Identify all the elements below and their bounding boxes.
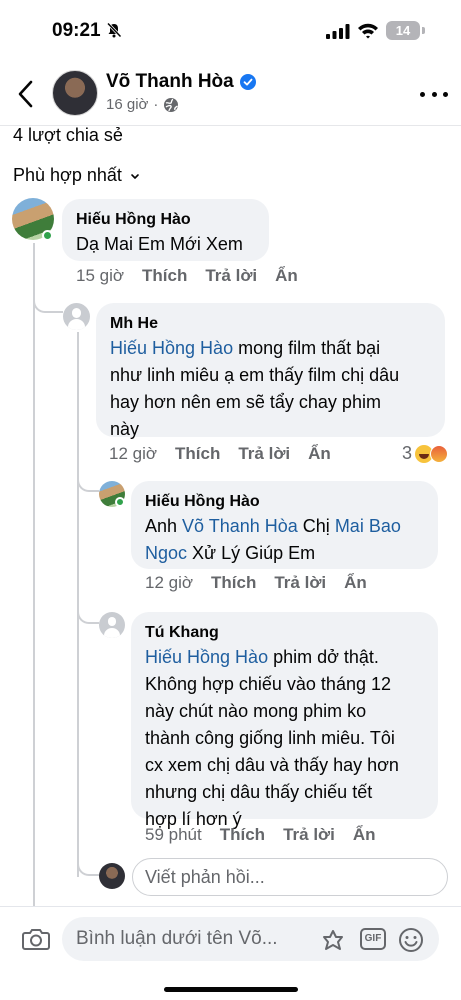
camera-icon[interactable] (22, 927, 50, 951)
comment-placeholder: Bình luận dưới tên Võ... (76, 928, 278, 949)
comment-bubble[interactable]: Tú Khang Hiếu Hồng Hào phim dở thật. Khô… (131, 612, 438, 829)
comment-text: Dạ Mai Em Mới Xem (76, 234, 243, 254)
comment-text: Anh Võ Thanh Hòa Chị Mai Bao (145, 516, 401, 536)
battery-cap (422, 27, 425, 34)
comment-actions: 12 giờ Thích Trả lời Ẩn (109, 444, 331, 464)
mention-link[interactable]: Ngoc (145, 543, 187, 563)
wifi-icon (358, 23, 378, 39)
comment-actions: 59 phút Thích Trả lời Ẩn (145, 825, 376, 845)
verified-badge-icon (239, 74, 256, 90)
comment-time[interactable]: 59 phút (145, 825, 202, 845)
status-bar: 09:21 14 (0, 0, 461, 62)
reply-placeholder: Viết phản hồi... (145, 867, 265, 887)
comment-text-line: này chút nào mong phim ko (145, 701, 367, 721)
thread-line-branch-2 (77, 474, 99, 492)
comment-text-line: Ngoc Xử Lý Giúp Em (145, 543, 316, 563)
status-time: 09:21 (52, 20, 101, 41)
comment-time[interactable]: 15 giờ (76, 266, 124, 286)
reply-button[interactable]: Trả lời (238, 444, 290, 464)
reaction-count: 3 (402, 443, 413, 463)
comment-actions: 12 giờ Thích Trả lời Ẩn (145, 573, 367, 593)
gif-icon[interactable]: GIF (360, 928, 386, 950)
like-button[interactable]: Thích (220, 825, 265, 845)
thread-line-branch-3 (77, 606, 99, 624)
commenter-avatar[interactable] (99, 612, 125, 638)
comment-bubble[interactable]: Mh He Hiếu Hồng Hào mong film thất bại n… (96, 303, 445, 439)
hide-button[interactable]: Ẩn (275, 266, 298, 286)
post-meta: 16 giờ · (106, 96, 179, 113)
comment-text-line: như linh miêu ạ em thấy film chị dâu (110, 365, 400, 385)
more-options-icon[interactable] (420, 82, 448, 106)
comment-text-line: Không hợp chiếu vào tháng 12 (145, 674, 391, 694)
current-user-avatar (99, 863, 125, 889)
thread-line-branch-4 (77, 860, 99, 876)
thread-line-branch-1 (33, 296, 63, 313)
comment-composer: Bình luận dưới tên Võ... GIF (0, 906, 461, 1000)
reply-input[interactable]: Viết phản hồi... (132, 858, 448, 896)
reply-button[interactable]: Trả lời (274, 573, 326, 593)
comment-author[interactable]: Hiếu Hồng Hào (145, 491, 424, 513)
reply-button[interactable]: Trả lời (283, 825, 335, 845)
comment-time[interactable]: 12 giờ (109, 444, 157, 464)
sticker-icon[interactable] (320, 927, 346, 953)
angry-reaction-icon (430, 444, 449, 463)
like-button[interactable]: Thích (211, 573, 256, 593)
mention-link[interactable]: Hiếu Hồng Hào (145, 647, 268, 667)
comment-text-line: hay hơn nên em sẽ tẩy chay phim (110, 392, 381, 412)
back-icon[interactable] (12, 76, 40, 112)
comment-bubble[interactable]: Hiếu Hồng Hào Anh Võ Thanh Hòa Chị Mai B… (131, 481, 438, 569)
hide-button[interactable]: Ẩn (308, 444, 331, 464)
chevron-down-icon (131, 173, 139, 179)
mention-link[interactable]: Mai Bao (335, 516, 401, 536)
comment-text-line: nhưng chị dâu thấy chiếu tết (145, 782, 373, 802)
share-count[interactable]: 4 lượt chia sẻ (13, 125, 123, 146)
hide-button[interactable]: Ẩn (344, 573, 367, 593)
post-header: Võ Thanh Hòa 16 giờ · (0, 62, 461, 126)
emoji-icon[interactable] (398, 927, 424, 953)
comment-time[interactable]: 12 giờ (145, 573, 193, 593)
comment-text-line: cx xem chị dâu và thấy hay hơn (145, 755, 399, 775)
like-button[interactable]: Thích (142, 266, 187, 286)
comment-text: Hiếu Hồng Hào phim dở thật. (145, 647, 379, 667)
commenter-avatar[interactable] (63, 303, 90, 330)
comment-bubble[interactable]: Hiếu Hồng Hào Dạ Mai Em Mới Xem (62, 199, 269, 261)
online-indicator (42, 230, 53, 241)
home-indicator (164, 987, 298, 992)
hide-button[interactable]: Ẩn (353, 825, 376, 845)
like-button[interactable]: Thích (175, 444, 220, 464)
signal-icon (326, 24, 350, 39)
sort-label: Phù hợp nhất (13, 165, 122, 185)
mention-link[interactable]: Võ Thanh Hòa (182, 516, 298, 536)
comment-author[interactable]: Hiếu Hồng Hào (76, 209, 255, 231)
bell-off-icon (106, 22, 122, 38)
online-indicator (115, 497, 125, 507)
author-row: Võ Thanh Hòa (106, 71, 256, 93)
globe-icon (164, 97, 179, 112)
mention-link[interactable]: Hiếu Hồng Hào (110, 338, 233, 358)
reaction-summary[interactable]: 3 (402, 443, 449, 464)
reply-button[interactable]: Trả lời (205, 266, 257, 286)
comment-input[interactable]: Bình luận dưới tên Võ... GIF (62, 917, 439, 961)
comment-actions: 15 giờ Thích Trả lời Ẩn (76, 266, 298, 286)
thread-line-main (33, 243, 35, 923)
post-time: 16 giờ (106, 96, 149, 113)
comment-author[interactable]: Mh He (110, 313, 431, 335)
comment-text-line: này (110, 419, 140, 439)
author-name[interactable]: Võ Thanh Hòa (106, 71, 234, 93)
comment-author[interactable]: Tú Khang (145, 622, 424, 644)
comment-text: Hiếu Hồng Hào mong film thất bại (110, 338, 381, 358)
comment-text-line: thành công giống linh miêu. Tôi (145, 728, 395, 748)
sort-dropdown[interactable]: Phù hợp nhất (13, 165, 140, 186)
thread-line-sub (77, 332, 79, 877)
author-avatar[interactable] (52, 70, 98, 116)
battery-icon: 14 (386, 21, 420, 40)
